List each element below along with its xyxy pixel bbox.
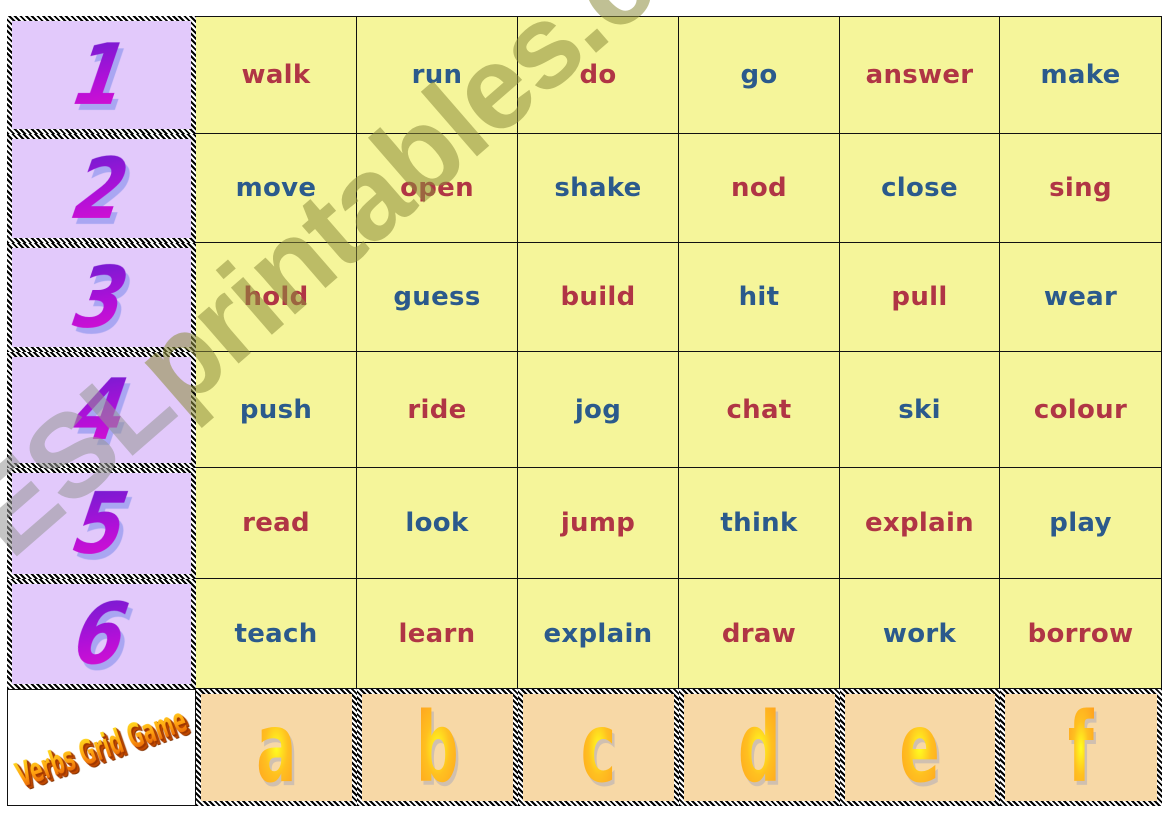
row-label-cell: 1 bbox=[7, 16, 196, 134]
grid-cell[interactable]: jog bbox=[518, 352, 679, 468]
verb-word: do bbox=[579, 60, 617, 90]
grid-cell[interactable]: walk bbox=[196, 16, 357, 134]
verb-word: open bbox=[400, 173, 474, 203]
column-label-cell: e bbox=[840, 689, 1000, 806]
verb-word: hit bbox=[738, 282, 780, 312]
grid-cell[interactable]: pull bbox=[840, 243, 1000, 352]
grid-cell[interactable]: ski bbox=[840, 352, 1000, 468]
column-letter-b: b bbox=[416, 691, 459, 804]
grid-cell[interactable]: jump bbox=[518, 468, 679, 579]
row-number-5: 5 bbox=[68, 474, 135, 573]
verb-word: move bbox=[235, 173, 317, 203]
verb-word: push bbox=[239, 394, 313, 425]
grid-cell[interactable]: build bbox=[518, 243, 679, 352]
grid-cell[interactable]: run bbox=[357, 16, 518, 134]
verb-word: ride bbox=[407, 394, 467, 425]
grid-cell[interactable]: hold bbox=[196, 243, 357, 352]
verb-word: guess bbox=[393, 282, 481, 312]
grid-cell[interactable]: push bbox=[196, 352, 357, 468]
row-number-6: 6 bbox=[68, 585, 135, 683]
verb-word: chat bbox=[726, 394, 792, 425]
verb-word: answer bbox=[865, 60, 974, 90]
grid-cell[interactable]: explain bbox=[518, 579, 679, 689]
verb-word: read bbox=[242, 508, 310, 538]
row-label-cell: 5 bbox=[7, 468, 196, 579]
grid-cell[interactable]: work bbox=[840, 579, 1000, 689]
column-label-cell: a bbox=[196, 689, 357, 806]
row-number-4: 4 bbox=[68, 361, 135, 459]
verb-word: teach bbox=[234, 618, 318, 649]
verb-word: nod bbox=[731, 173, 787, 203]
verb-word: sing bbox=[1049, 173, 1112, 203]
verb-word: borrow bbox=[1027, 618, 1134, 649]
grid-cell[interactable]: explain bbox=[840, 468, 1000, 579]
verb-word: build bbox=[560, 282, 636, 312]
verb-word: go bbox=[740, 60, 778, 90]
grid-cell[interactable]: close bbox=[840, 134, 1000, 243]
column-label-cell: d bbox=[679, 689, 840, 806]
row-number-3: 3 bbox=[68, 248, 135, 347]
column-label-cell: f bbox=[1000, 689, 1162, 806]
verb-word: run bbox=[411, 60, 463, 90]
verb-word: walk bbox=[241, 60, 311, 90]
verb-word: look bbox=[405, 508, 469, 538]
verb-word: explain bbox=[865, 508, 974, 538]
grid-cell[interactable]: guess bbox=[357, 243, 518, 352]
column-letter-a: a bbox=[256, 691, 297, 804]
grid-cell[interactable]: hit bbox=[679, 243, 840, 352]
column-letter-c: c bbox=[580, 691, 617, 804]
verb-word: work bbox=[882, 618, 957, 649]
grid-cell[interactable]: open bbox=[357, 134, 518, 243]
verb-word: wear bbox=[1043, 282, 1118, 312]
grid-cell[interactable]: teach bbox=[196, 579, 357, 689]
verb-word: learn bbox=[398, 618, 476, 649]
grid-cell[interactable]: draw bbox=[679, 579, 840, 689]
verb-word: ski bbox=[898, 394, 941, 425]
grid-cell[interactable]: shake bbox=[518, 134, 679, 243]
column-label-cell: b bbox=[357, 689, 518, 806]
row-number-1: 1 bbox=[68, 26, 135, 124]
verb-word: shake bbox=[554, 173, 642, 203]
game-title-cell: Verbs Grid Game bbox=[7, 689, 196, 806]
verb-word: colour bbox=[1033, 394, 1128, 425]
row-label-cell: 4 bbox=[7, 352, 196, 468]
grid-cell[interactable]: borrow bbox=[1000, 579, 1162, 689]
verb-word: draw bbox=[721, 618, 797, 649]
game-title: Verbs Grid Game bbox=[11, 699, 192, 796]
column-letter-d: d bbox=[738, 691, 781, 804]
grid-cell[interactable]: make bbox=[1000, 16, 1162, 134]
grid-cell[interactable]: sing bbox=[1000, 134, 1162, 243]
verb-word: jump bbox=[560, 508, 636, 538]
grid-cell[interactable]: chat bbox=[679, 352, 840, 468]
verb-word: hold bbox=[243, 282, 309, 312]
verb-word: think bbox=[720, 508, 798, 538]
verbs-grid: 1 walk run do go answer make 2 move open shake nod c… bbox=[7, 16, 1162, 806]
grid-cell[interactable]: go bbox=[679, 16, 840, 134]
column-letter-f: f bbox=[1068, 691, 1094, 804]
grid-cell[interactable]: ride bbox=[357, 352, 518, 468]
grid-cell[interactable]: nod bbox=[679, 134, 840, 243]
grid-cell[interactable]: play bbox=[1000, 468, 1162, 579]
verb-word: pull bbox=[891, 282, 948, 312]
grid-cell[interactable]: answer bbox=[840, 16, 1000, 134]
verb-word: close bbox=[881, 173, 958, 203]
grid-cell[interactable]: think bbox=[679, 468, 840, 579]
grid-cell[interactable]: learn bbox=[357, 579, 518, 689]
verb-word: jog bbox=[574, 394, 622, 425]
row-label-cell: 2 bbox=[7, 134, 196, 243]
grid-cell[interactable]: look bbox=[357, 468, 518, 579]
grid-cell[interactable]: move bbox=[196, 134, 357, 243]
grid-cell[interactable]: do bbox=[518, 16, 679, 134]
row-label-cell: 3 bbox=[7, 243, 196, 352]
grid-cell[interactable]: colour bbox=[1000, 352, 1162, 468]
grid-cell[interactable]: wear bbox=[1000, 243, 1162, 352]
row-number-2: 2 bbox=[68, 139, 135, 238]
column-label-cell: c bbox=[518, 689, 679, 806]
column-letter-e: e bbox=[899, 691, 941, 804]
row-label-cell: 6 bbox=[7, 579, 196, 689]
verb-word: make bbox=[1040, 60, 1121, 90]
verb-word: explain bbox=[543, 618, 653, 649]
verb-word: play bbox=[1049, 508, 1112, 538]
grid-cell[interactable]: read bbox=[196, 468, 357, 579]
